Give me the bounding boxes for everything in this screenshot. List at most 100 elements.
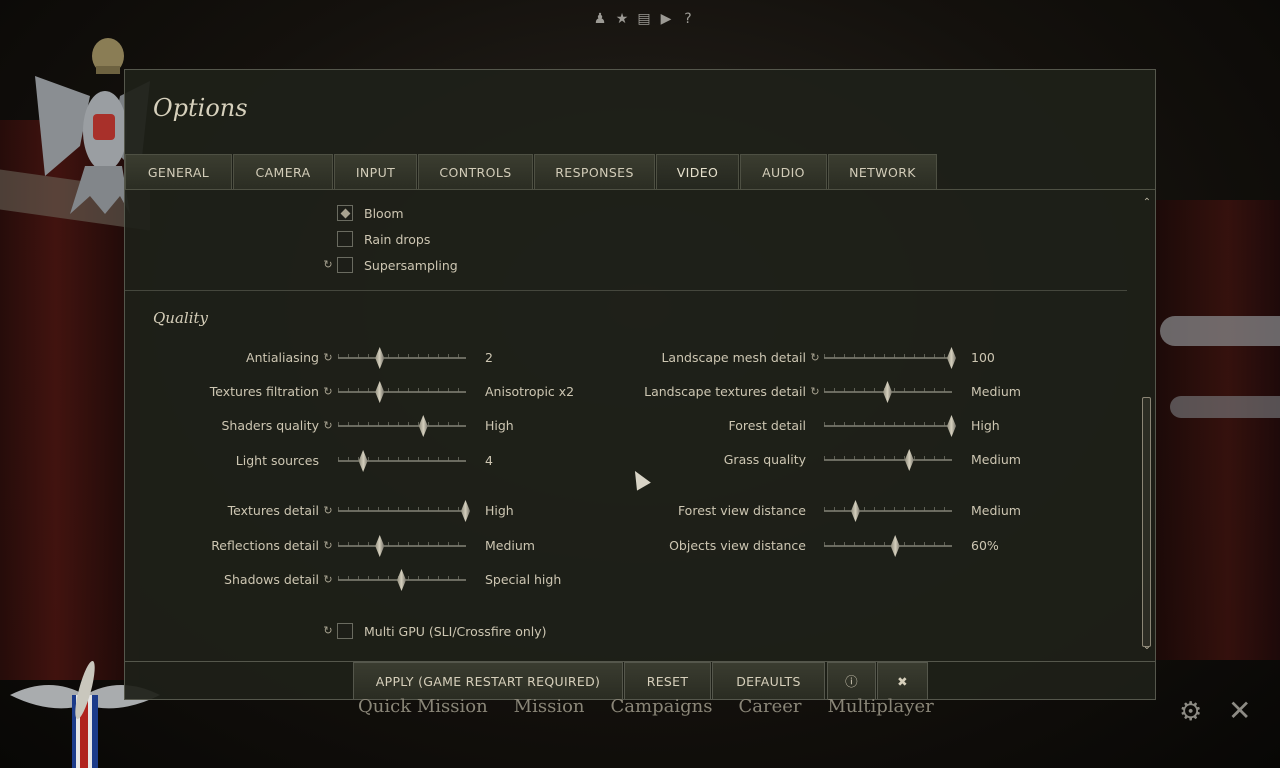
book-icon[interactable]: ▤ — [635, 10, 653, 28]
multi-gpu-checkbox[interactable] — [337, 623, 353, 639]
slider-label: Textures detail — [227, 503, 319, 518]
scrollbar-thumb[interactable] — [1142, 397, 1151, 647]
slider-value: High — [485, 503, 514, 518]
quality-section-title: Quality — [153, 309, 208, 327]
tab-controls[interactable]: CONTROLS — [418, 154, 533, 189]
menu-career[interactable]: Career — [738, 696, 801, 717]
slider-label: Shaders quality — [221, 418, 319, 433]
options-dialog: Options GENERAL CAMERA INPUT CONTROLS RE… — [124, 69, 1156, 700]
supersampling-option[interactable]: Supersampling — [337, 255, 458, 275]
close-icon: ✖ — [897, 674, 908, 689]
slider-ticks — [338, 507, 466, 511]
background-curtain-right — [1150, 200, 1280, 660]
restart-required-icon: ↻ — [323, 419, 333, 432]
tab-network[interactable]: NETWORK — [828, 154, 937, 189]
slider-thumb[interactable] — [890, 535, 900, 557]
slider-track[interactable] — [338, 354, 466, 359]
defaults-button[interactable]: DEFAULTS — [712, 662, 825, 700]
slider-value: Medium — [971, 452, 1021, 467]
slider-ticks — [824, 542, 952, 546]
background-biplane-wing — [1170, 396, 1280, 418]
slider-thumb[interactable] — [947, 415, 956, 437]
slider-ticks — [824, 354, 952, 358]
slider-track[interactable] — [824, 542, 952, 547]
slider-track[interactable] — [338, 507, 466, 512]
video-icon[interactable]: ▶ — [657, 10, 675, 28]
slider-track[interactable] — [824, 507, 952, 512]
restart-required-icon: ↻ — [323, 258, 333, 271]
restart-required-icon: ↻ — [323, 385, 333, 398]
slider-thumb[interactable] — [397, 569, 406, 591]
rain-drops-option[interactable]: Rain drops — [337, 229, 430, 249]
supersampling-label: Supersampling — [364, 257, 458, 273]
slider-thumb[interactable] — [375, 535, 385, 557]
scroll-up-icon[interactable]: ⌃ — [1140, 197, 1154, 209]
pilot-icon[interactable]: ♟ — [591, 10, 609, 28]
bloom-checkbox[interactable] — [337, 205, 353, 221]
slider-thumb[interactable] — [375, 381, 385, 403]
main-menu: Quick Mission Mission Campaigns Career M… — [358, 696, 934, 717]
slider-thumb[interactable] — [947, 347, 956, 369]
slider-track[interactable] — [824, 422, 952, 427]
medal-icon[interactable]: ★ — [613, 10, 631, 28]
slider-thumb[interactable] — [375, 347, 385, 369]
dialog-title: Options — [153, 94, 248, 122]
menu-mission[interactable]: Mission — [514, 696, 585, 717]
slider-track[interactable] — [338, 388, 466, 393]
slider-thumb[interactable] — [904, 449, 914, 471]
exit-close-icon[interactable]: ✕ — [1228, 694, 1251, 727]
options-scrollbar[interactable]: ⌃ ⌄ — [1140, 197, 1154, 654]
slider-track[interactable] — [338, 422, 466, 427]
reset-button[interactable]: RESET — [624, 662, 711, 700]
slider-ticks — [338, 388, 466, 392]
slider-track[interactable] — [338, 457, 466, 462]
tab-underline — [125, 189, 1155, 190]
slider-label: Light sources — [235, 453, 319, 468]
menu-quick-mission[interactable]: Quick Mission — [358, 696, 488, 717]
slider-label: Landscape mesh detail — [661, 350, 806, 365]
restart-required-icon: ↻ — [810, 385, 820, 398]
restart-required-icon: ↻ — [323, 573, 333, 586]
slider-ticks — [824, 422, 952, 426]
slider-thumb[interactable] — [358, 450, 368, 472]
slider-ticks — [824, 456, 952, 460]
video-settings-panel: Bloom Rain drops ↻ Supersampling Quality… — [125, 191, 1141, 657]
slider-ticks — [824, 507, 952, 511]
top-toolbar: ♟ ★ ▤ ▶ ? — [591, 10, 697, 28]
menu-campaigns[interactable]: Campaigns — [611, 696, 713, 717]
tab-audio[interactable]: AUDIO — [740, 154, 827, 189]
multi-gpu-option[interactable]: Multi GPU (SLI/Crossfire only) — [337, 621, 547, 641]
tab-input[interactable]: INPUT — [334, 154, 417, 189]
slider-value: Anisotropic x2 — [485, 384, 575, 399]
settings-gear-icon[interactable]: ⚙ — [1179, 697, 1202, 727]
tab-video[interactable]: VIDEO — [656, 154, 739, 189]
multi-gpu-label: Multi GPU (SLI/Crossfire only) — [364, 623, 547, 639]
slider-track[interactable] — [338, 542, 466, 547]
help-button[interactable]: ⓘ — [827, 662, 876, 700]
tab-general[interactable]: GENERAL — [125, 154, 232, 189]
rain-drops-checkbox[interactable] — [337, 231, 353, 247]
slider-track[interactable] — [824, 456, 952, 461]
slider-value: Special high — [485, 572, 562, 587]
slider-label: Antialiasing — [246, 350, 319, 365]
slider-label: Forest detail — [728, 418, 806, 433]
help-icon[interactable]: ? — [679, 10, 697, 28]
close-button[interactable]: ✖ — [877, 662, 928, 700]
slider-thumb[interactable] — [883, 381, 892, 403]
slider-label: Grass quality — [723, 452, 806, 467]
slider-thumb[interactable] — [461, 500, 470, 522]
restart-required-icon: ↻ — [323, 504, 333, 517]
scroll-down-icon[interactable]: ⌄ — [1140, 640, 1154, 654]
tab-camera[interactable]: CAMERA — [233, 154, 333, 189]
slider-thumb[interactable] — [418, 415, 428, 437]
tab-responses[interactable]: RESPONSES — [534, 154, 655, 189]
slider-track[interactable] — [824, 354, 952, 359]
slider-label: Textures filtration — [209, 384, 319, 399]
supersampling-checkbox[interactable] — [337, 257, 353, 273]
slider-ticks — [338, 457, 466, 461]
apply-button[interactable]: APPLY (GAME RESTART REQUIRED) — [353, 662, 623, 700]
bloom-option[interactable]: Bloom — [337, 203, 404, 223]
slider-thumb[interactable] — [851, 500, 860, 522]
menu-multiplayer[interactable]: Multiplayer — [828, 696, 934, 717]
slider-value: 100 — [971, 350, 995, 365]
